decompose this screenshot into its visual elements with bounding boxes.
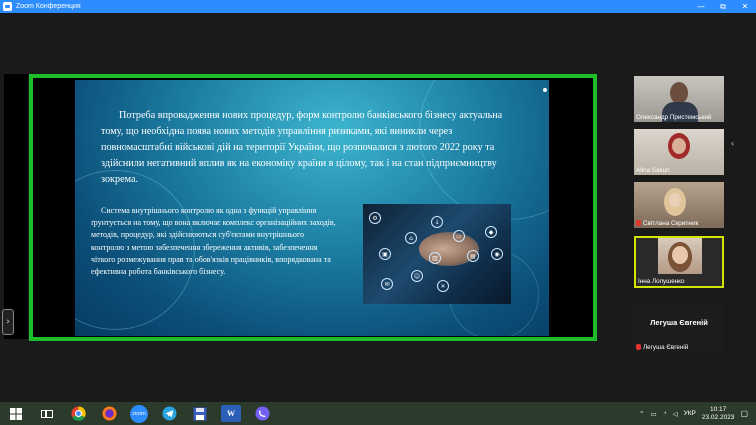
network-icon[interactable]: ▭ (651, 410, 657, 418)
wifi-icon[interactable]: ◔ (663, 410, 667, 417)
chrome-icon[interactable] (68, 405, 88, 422)
minimize-button[interactable]: — (690, 2, 712, 11)
volume-icon[interactable]: ◁ (673, 410, 678, 418)
mail-icon: ✉ (381, 278, 393, 290)
chat-icon: ▭ (453, 230, 465, 242)
network-icon: ⚙ (369, 212, 381, 224)
screen-share-view: Потреба впровадження нових процедур, фор… (29, 74, 597, 341)
slide-dot (543, 88, 547, 92)
windows-start-icon[interactable] (6, 405, 26, 422)
participant-video (670, 82, 688, 104)
collapse-right-button[interactable]: ‹ (727, 139, 738, 157)
participant-name-text: Світлана Скрипник (643, 220, 699, 227)
participant-tile[interactable]: Легуша Євгеній Легуша Євгеній (634, 306, 724, 352)
participant-face (669, 193, 681, 207)
participant-name: Легуша Євгеній (636, 344, 688, 351)
download-icon: ↓ (431, 216, 443, 228)
participant-name: Інна Лопушенко (638, 278, 685, 285)
word-icon[interactable]: W (221, 405, 241, 422)
meeting-area: › Потреба впровадження нових процедур, ф… (0, 13, 756, 402)
firefox-icon[interactable] (99, 405, 119, 422)
participant-name-text: Легуша Євгеній (643, 344, 689, 351)
participant-face (672, 246, 688, 264)
close-icon: ✕ (437, 280, 449, 292)
wifi-icon: ◉ (491, 248, 503, 260)
viber-icon[interactable] (252, 405, 272, 422)
participant-name: Світлана Скрипник (636, 220, 698, 227)
mic-muted-icon (636, 344, 641, 351)
participant-display-name: Легуша Євгеній (650, 318, 708, 327)
collapse-left-button[interactable]: › (2, 309, 14, 335)
active-speaker-tile[interactable]: Інна Лопушенко (634, 236, 724, 288)
slide-paragraph-1: Потреба впровадження нових процедур, фор… (101, 110, 503, 185)
zoom-taskbar-icon[interactable]: zoom (130, 404, 148, 423)
notification-icon[interactable]: ▢ (740, 409, 748, 418)
people-icon: ☺ (411, 270, 423, 282)
language-indicator[interactable]: УКР (684, 410, 696, 417)
left-black-strip (4, 74, 28, 339)
bar-chart-icon: ▤ (467, 250, 479, 262)
home-icon: ⌂ (405, 232, 417, 244)
participant-video (658, 238, 702, 274)
system-tray: ⌃ ▭ ◔ ◁ УКР 10:17 23.02.2023 ▢ (639, 402, 756, 425)
zoom-app-icon (3, 2, 12, 11)
participant-face (672, 138, 686, 154)
maximize-button[interactable]: ⧉ (712, 2, 734, 12)
mic-muted-icon (636, 220, 641, 227)
window-titlebar: Zoom Конференция — ⧉ ✕ (0, 0, 756, 13)
clock-date: 23.02.2023 (701, 413, 735, 421)
clock-time: 10:17 (710, 405, 727, 413)
slide-image: ⚙ ↓ ⌂ ▭ ◆ ▣ ▥ ▤ ◉ ☺ ✕ ✉ (363, 204, 511, 304)
taskbar: zoom W ⌃ ▭ ◔ ◁ УКР 10:17 23.02.2023 ▢ (0, 402, 756, 425)
participant-tile[interactable]: Олександр Пристемський (634, 76, 724, 122)
slide-paragraph-2: Система внутрішнього контролю як одна з … (91, 206, 336, 277)
participant-tile[interactable]: Alina Sakun (634, 129, 724, 175)
presentation-slide: Потреба впровадження нових процедур, фор… (75, 80, 549, 336)
clock[interactable]: 10:17 23.02.2023 (702, 406, 735, 422)
task-view-icon[interactable] (37, 405, 57, 422)
chevron-up-icon[interactable]: ⌃ (639, 410, 644, 418)
close-button[interactable]: ✕ (734, 2, 756, 11)
chart-icon: ▥ (429, 252, 441, 264)
participant-tile[interactable]: Світлана Скрипник (634, 182, 724, 228)
participant-name: Олександр Пристемський (636, 114, 712, 121)
telegram-icon[interactable] (159, 405, 179, 422)
save-icon[interactable] (190, 405, 210, 422)
lock-icon: ▣ (379, 248, 391, 260)
shield-icon: ◆ (485, 226, 497, 238)
participant-name: Alina Sakun (636, 167, 670, 174)
window-title: Zoom Конференция (16, 3, 81, 10)
